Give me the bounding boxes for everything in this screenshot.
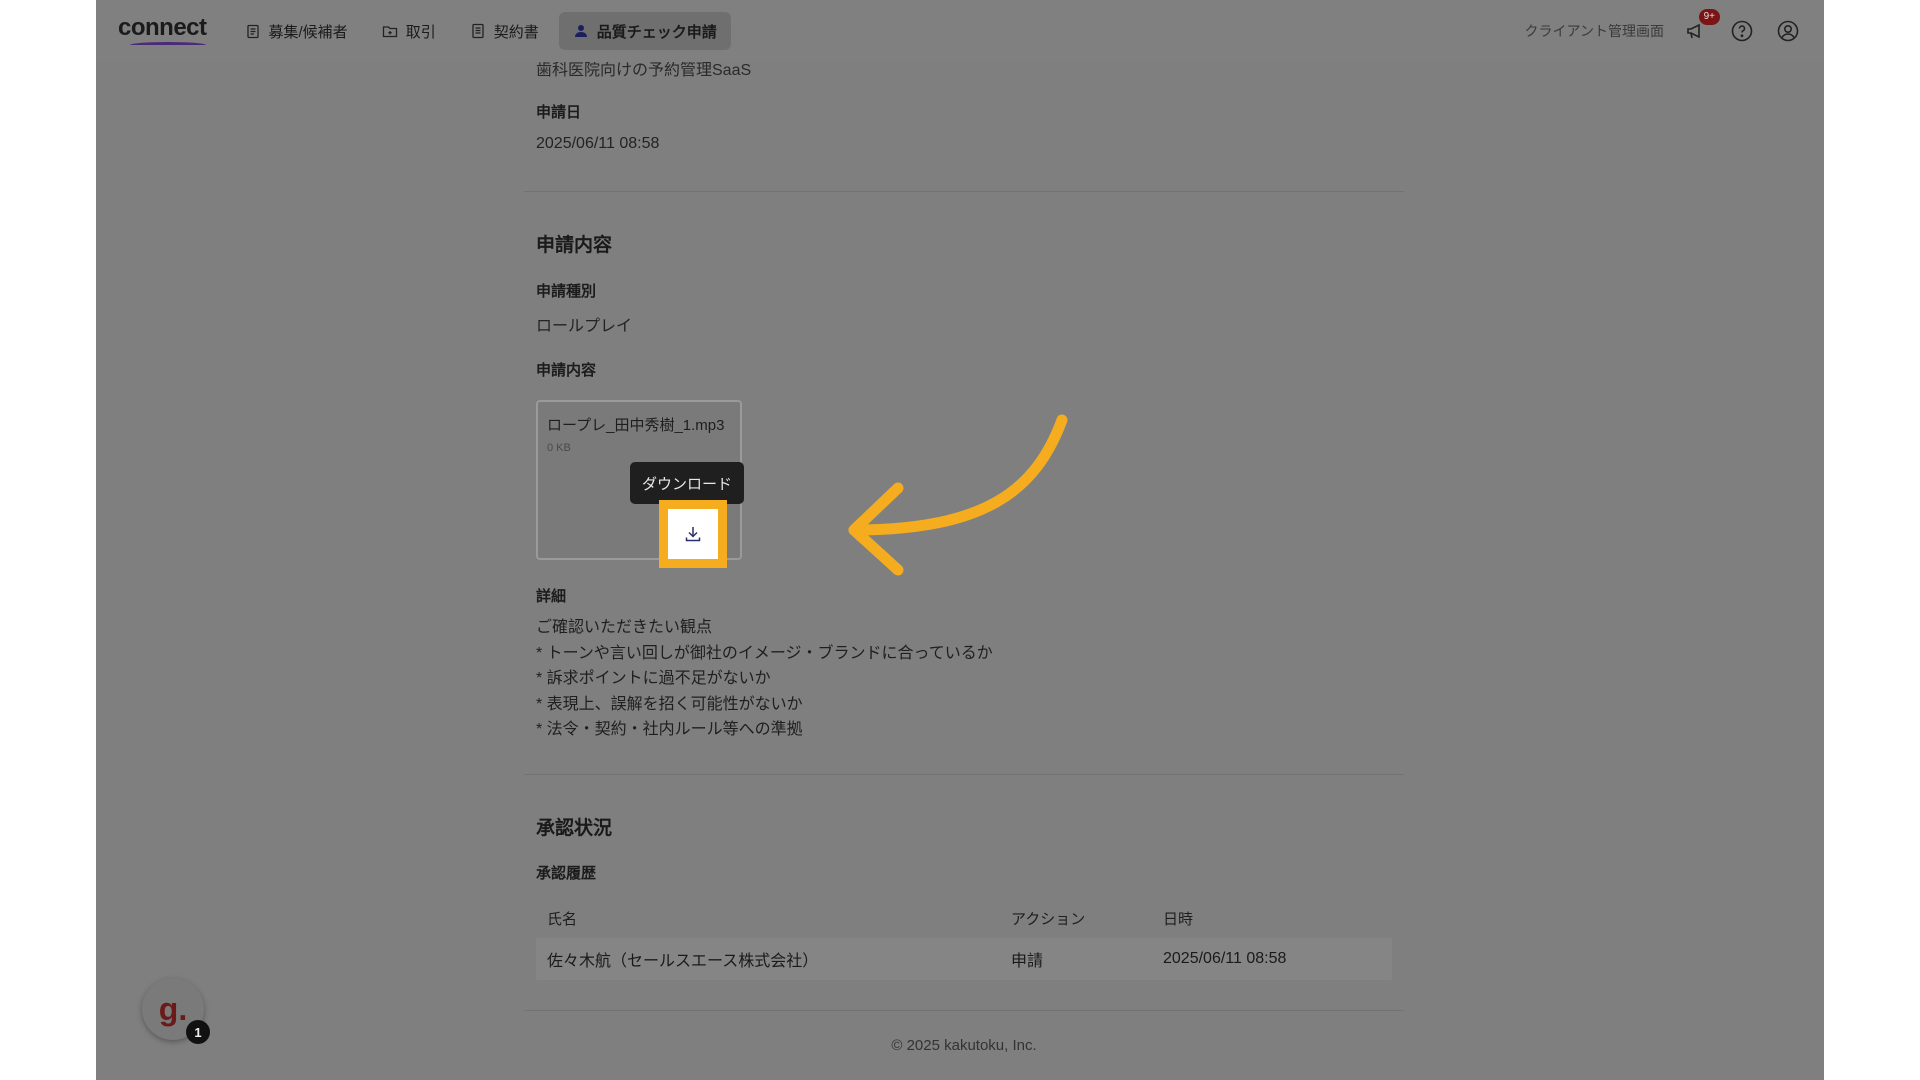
detail-line: * 訴求ポイントに過不足がないか [536,670,771,687]
folder-icon [382,26,397,38]
widget-logo: g. [158,990,188,1027]
tab-quality-check[interactable]: 品質チェック申請 [558,12,731,50]
application-date-label: 申請日 [536,104,582,121]
file-size: 0 KB [547,442,571,454]
application-type-value: ロールプレイ [536,318,633,335]
column-header-name: 氏名 [547,910,578,928]
download-button[interactable] [659,500,727,568]
download-icon [685,527,701,542]
detail-line: * トーンや言い回しが御社のイメージ・ブランドに合っているか [536,644,993,662]
help-icon [1731,20,1753,42]
client-admin-link[interactable]: クライアント管理画面 [1525,21,1664,41]
approval-history-table: 氏名 アクション 日時 佐々木航（セールスエース株式会社） 申請 2025/06… [536,898,1392,980]
annotation-arrow [848,414,1068,576]
table-header: 氏名 アクション 日時 [536,898,1392,938]
file-card: ロープレ_田中秀樹_1.mp3 0 KB ダウンロード [536,400,744,568]
header-right: クライアント管理画面 9+ [1525,9,1802,45]
cell-name: 佐々木航（セールスエース株式会社） [547,953,819,970]
document-icon [472,23,484,39]
tab-contracts-label: 契約書 [493,23,539,41]
divider-2 [524,774,1404,775]
clipboard-icon [246,24,259,39]
user-icon [574,25,587,37]
tab-contracts[interactable]: 契約書 [456,12,553,50]
copyright: © 2025 kakutoku, Inc. [891,1037,1037,1054]
tab-deals-label: 取引 [405,23,436,41]
app-window: connect 募集/候補者 取引 契約書 品質チェック申請 クライアント管理画… [96,0,1824,1080]
divider-1 [524,191,1404,192]
widget-badge: 1 [186,1020,210,1044]
application-content-label: 申請内容 [536,362,597,379]
main-nav: 募集/候補者 取引 契約書 品質チェック申請 [231,12,731,50]
detail-label: 詳細 [536,588,567,605]
table-row: 佐々木航（セールスエース株式会社） 申請 2025/06/11 08:58 [536,938,1392,980]
cell-action: 申請 [1011,953,1044,970]
detail-line: * 表現上、誤解を招く可能性がないか [536,695,803,713]
tab-deals[interactable]: 取引 [368,12,450,50]
application-date-value: 2025/06/11 08:58 [536,135,660,152]
notification-button[interactable]: 9+ [1682,9,1720,45]
tab-quality-check-label: 品質チェック申請 [596,23,717,41]
tab-recruitment[interactable]: 募集/候補者 [231,12,362,50]
detail-line: ご確認いただきたい観点 [536,619,713,636]
divider-3 [524,1010,1404,1011]
connect-logo[interactable]: connect [118,14,207,48]
detail-line: * 法令・契約・社内ルール等への準拠 [536,721,803,738]
file-name: ロープレ_田中秀樹_1.mp3 [547,417,725,434]
application-type-label: 申請種別 [536,283,597,300]
cell-date: 2025/06/11 08:58 [1163,950,1287,967]
letterbox-left [0,0,96,1080]
letterbox-right [1824,0,1920,1080]
support-widget[interactable]: g. 1 [142,978,210,1044]
help-button[interactable] [1728,17,1756,45]
section-title-content: 申請内容 [536,235,613,256]
detail-text: ご確認いただきたい観点 * トーンや言い回しが御社のイメージ・ブランドに合ってい… [536,615,993,743]
logo-text: connect [118,14,207,41]
download-tooltip: ダウンロード [630,462,744,510]
download-tooltip-text: ダウンロード [641,475,732,493]
column-header-date: 日時 [1163,910,1194,928]
account-button[interactable] [1774,17,1802,45]
column-header-action: アクション [1011,910,1086,928]
logo-swoosh [130,42,206,48]
notification-badge: 9+ [1698,9,1720,25]
approval-history-label: 承認履歴 [536,865,597,882]
account-icon [1777,20,1799,42]
top-header: connect 募集/候補者 取引 契約書 品質チェック申請 クライアント管理画… [96,0,1824,62]
section-title-status: 承認状況 [536,818,613,839]
tab-recruitment-label: 募集/候補者 [268,23,348,41]
